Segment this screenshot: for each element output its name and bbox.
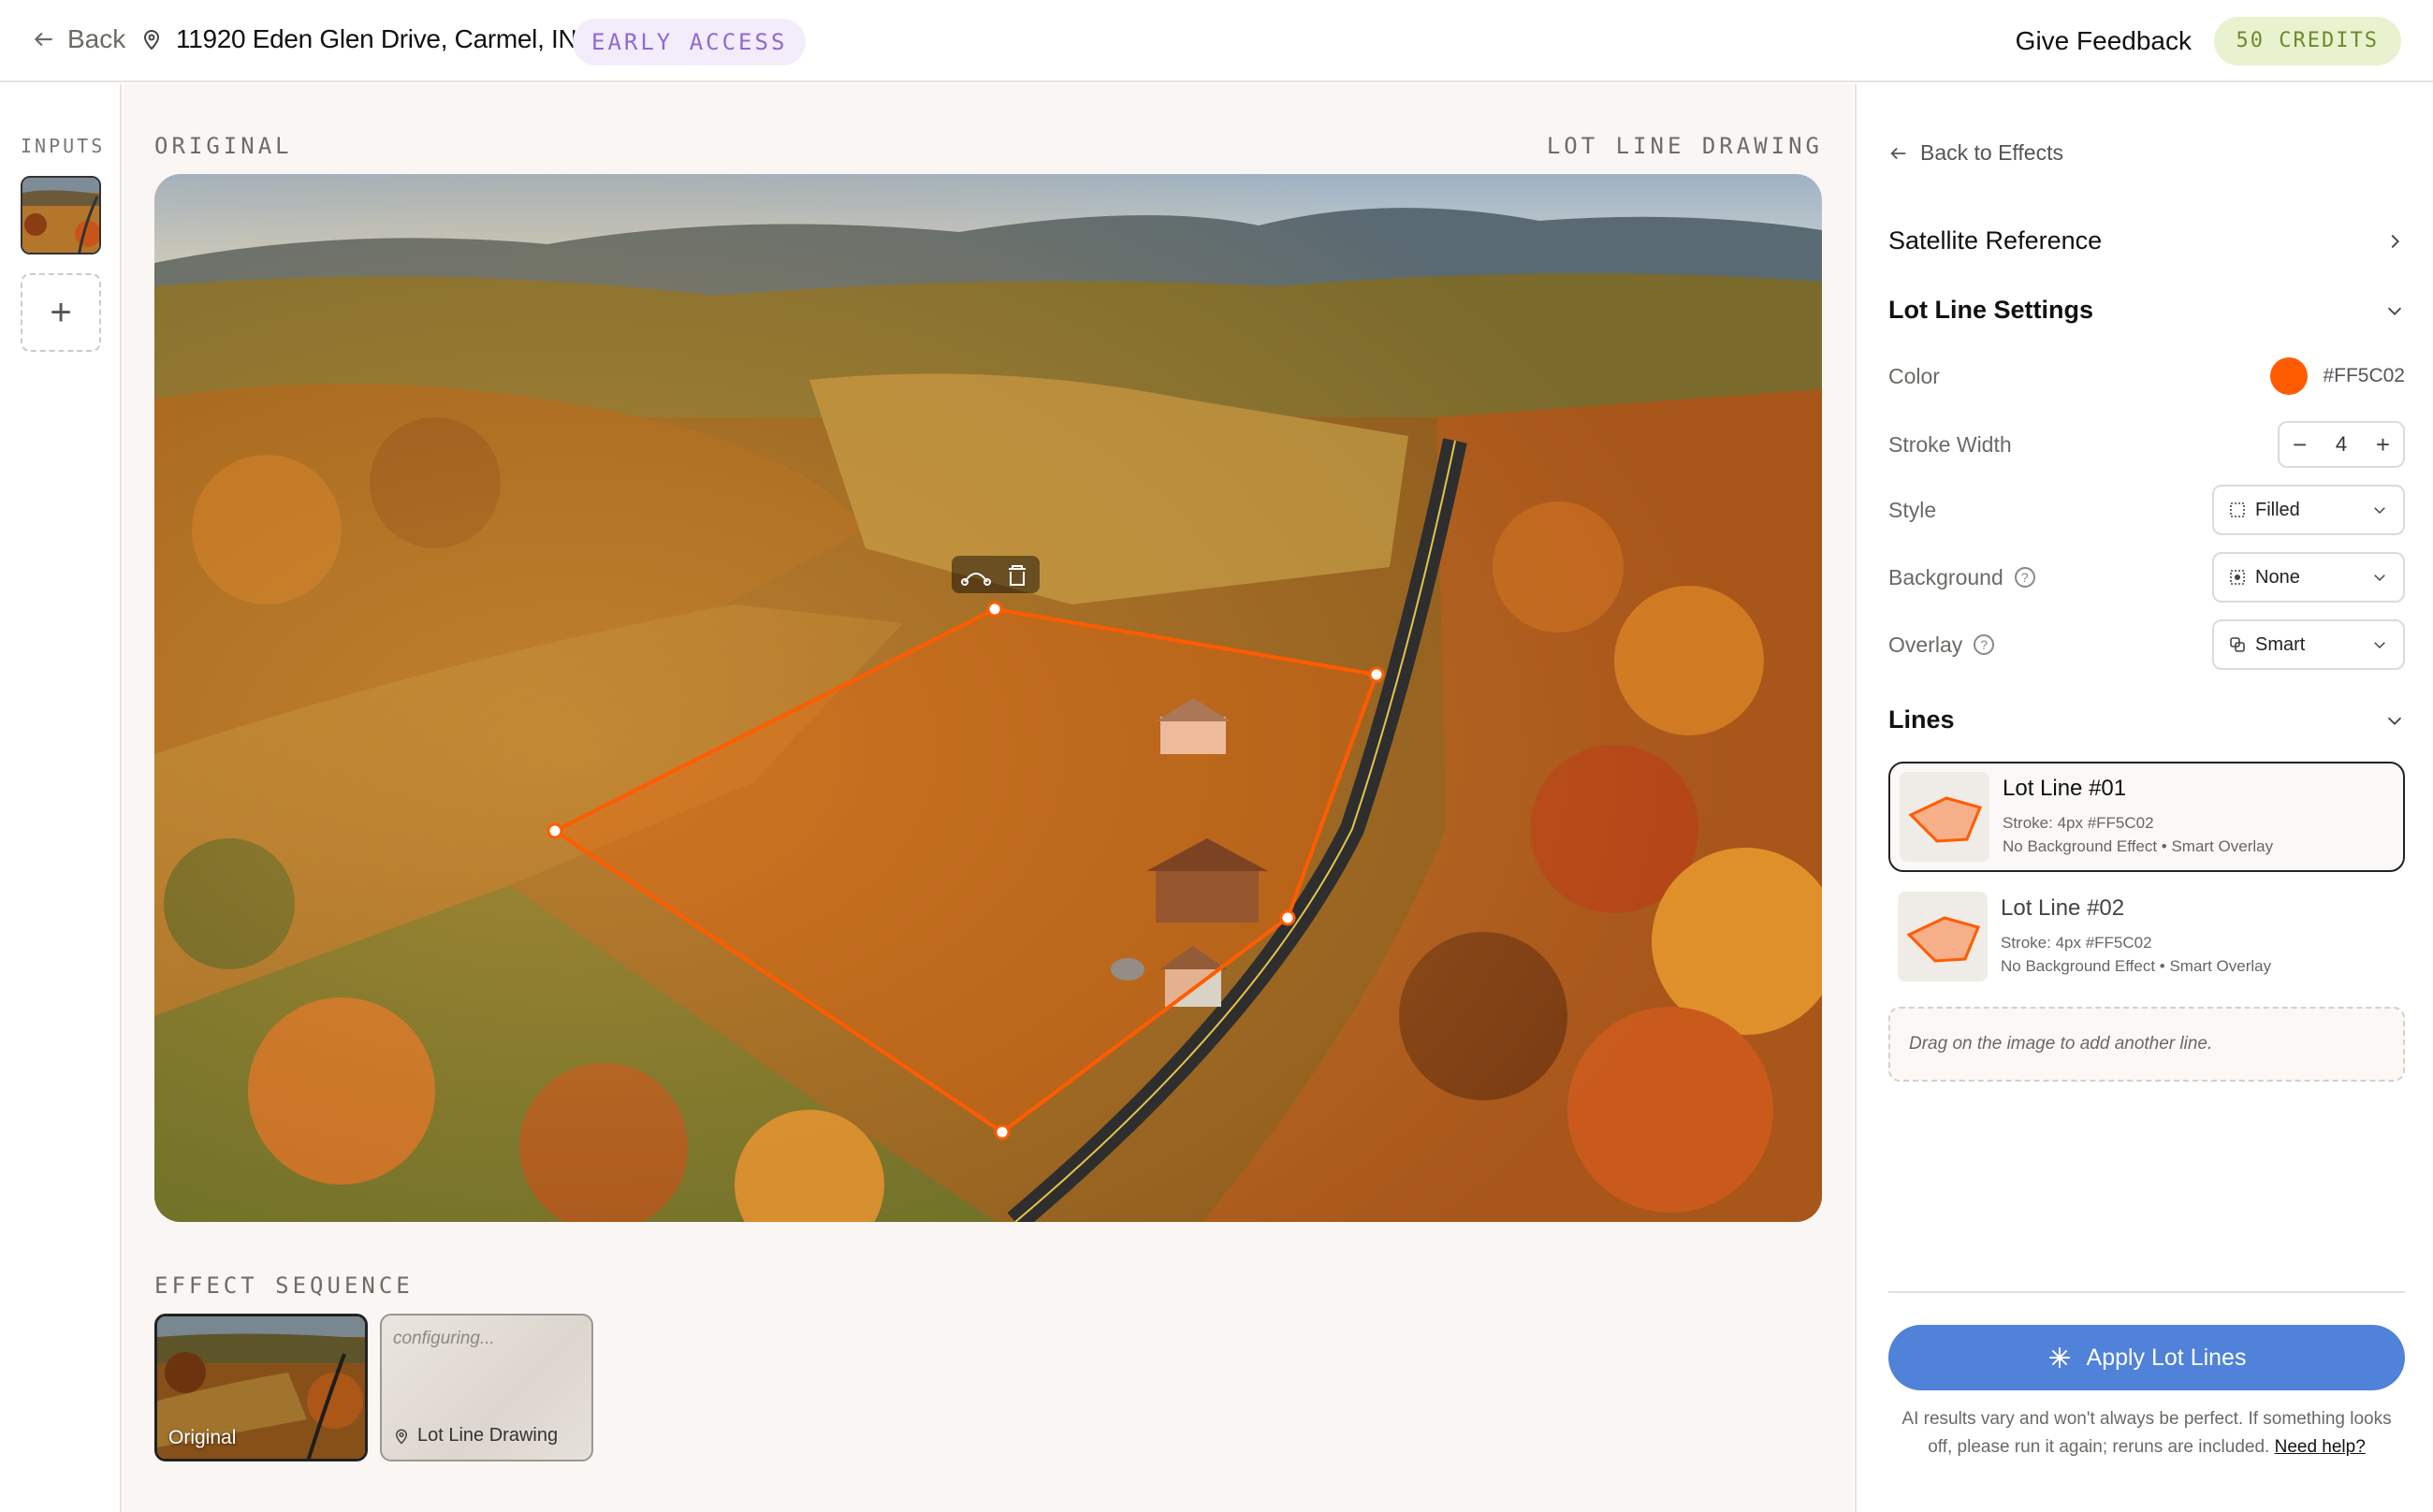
filled-icon bbox=[2230, 502, 2245, 517]
plus-icon[interactable]: + bbox=[2376, 430, 2390, 459]
stroke-width-row: Stroke Width − 4 + bbox=[1888, 419, 2405, 470]
top-bar: Back 11920 Eden Glen Drive, Carmel, IN E… bbox=[0, 0, 2433, 82]
help-icon[interactable]: ? bbox=[2014, 567, 2035, 588]
overlay-label: Overlay bbox=[1888, 632, 1963, 657]
original-label: ORIGINAL bbox=[154, 133, 293, 159]
none-icon bbox=[2230, 570, 2245, 585]
overlay-select[interactable]: Smart bbox=[2212, 619, 2405, 670]
overlay-value: Smart bbox=[2255, 633, 2306, 655]
lines-title: Lines bbox=[1888, 705, 1955, 734]
credits-badge: 50 CREDITS bbox=[2213, 17, 2401, 65]
lot-line-detail: No Background Effect • Smart Overlay bbox=[2001, 957, 2272, 975]
color-swatch[interactable] bbox=[2270, 357, 2309, 395]
map-pin-icon bbox=[143, 30, 160, 51]
lot-line-stroke: Stroke: 4px #FF5C02 bbox=[2003, 813, 2154, 832]
main-area: ORIGINAL LOT LINE DRAWING EFFECT SEQUENC… bbox=[124, 84, 1853, 1512]
chevron-down-icon bbox=[2374, 642, 2385, 649]
style-value: Filled bbox=[2255, 499, 2300, 520]
chevron-down-icon bbox=[2387, 717, 2402, 725]
lot-line-drawing-label: LOT LINE DRAWING bbox=[1546, 133, 1823, 159]
lot-line-title: Lot Line #01 bbox=[2003, 775, 2127, 801]
lot-line-settings-section[interactable]: Lot Line Settings bbox=[1888, 296, 2405, 325]
sequence-card-lot-line[interactable]: configuring... Lot Line Drawing bbox=[380, 1314, 593, 1461]
help-icon[interactable]: ? bbox=[1974, 634, 1995, 655]
divider bbox=[1888, 1291, 2405, 1293]
color-row: Color #FF5C02 bbox=[1888, 356, 2405, 397]
back-to-effects-button[interactable]: Back to Effects bbox=[1888, 140, 2063, 166]
lot-line-title: Lot Line #02 bbox=[2001, 894, 2125, 921]
layers-icon bbox=[2230, 637, 2245, 652]
chevron-right-icon bbox=[2391, 234, 2399, 248]
address-text: 11920 Eden Glen Drive, Carmel, IN bbox=[176, 24, 577, 53]
stroke-width-label: Stroke Width bbox=[1888, 431, 2012, 457]
lot-line-thumbnail bbox=[1898, 892, 1988, 981]
configuring-status: configuring... bbox=[393, 1329, 495, 1348]
give-feedback-link[interactable]: Give Feedback bbox=[2016, 26, 2192, 56]
chevron-down-icon bbox=[2387, 307, 2402, 315]
satellite-reference-title: Satellite Reference bbox=[1888, 226, 2103, 254]
style-label: Style bbox=[1888, 497, 1937, 522]
minus-icon[interactable]: − bbox=[2293, 430, 2307, 459]
back-label: Back bbox=[67, 24, 126, 53]
polygon-icon bbox=[1908, 796, 1983, 843]
lot-line-item[interactable]: Lot Line #01 Stroke: 4px #FF5C02 No Back… bbox=[1888, 762, 2405, 872]
color-hex-value: #FF5C02 bbox=[2323, 365, 2405, 386]
stroke-width-value: 4 bbox=[2335, 432, 2348, 456]
arrow-left-icon bbox=[1890, 147, 1906, 159]
lines-section[interactable]: Lines bbox=[1888, 705, 2405, 734]
early-access-badge: EARLY ACCESS bbox=[573, 19, 807, 65]
style-select[interactable]: Filled bbox=[2212, 485, 2405, 535]
apply-lot-lines-button[interactable]: Apply Lot Lines bbox=[1888, 1325, 2405, 1390]
chevron-down-icon bbox=[2374, 507, 2385, 515]
map-pin-icon bbox=[395, 1429, 408, 1445]
background-value: None bbox=[2255, 566, 2300, 588]
color-label: Color bbox=[1888, 363, 1940, 388]
lot-line-item[interactable]: Lot Line #02 Stroke: 4px #FF5C02 No Back… bbox=[1888, 881, 2405, 992]
input-thumbnail[interactable] bbox=[21, 176, 101, 254]
style-row: Style Filled bbox=[1888, 485, 2405, 535]
background-select[interactable]: None bbox=[2212, 552, 2405, 603]
back-to-effects-label: Back to Effects bbox=[1920, 140, 2063, 165]
stroke-width-stepper[interactable]: − 4 + bbox=[2278, 421, 2405, 468]
add-input-button[interactable]: + bbox=[21, 273, 101, 352]
sequence-lot-line-caption: Lot Line Drawing bbox=[417, 1425, 559, 1446]
effect-sequence-label: EFFECT SEQUENCE bbox=[154, 1272, 414, 1299]
sparkle-icon bbox=[2048, 1347, 2070, 1368]
lot-line-thumbnail bbox=[1900, 772, 1989, 862]
ai-disclaimer: AI results vary and won't always be perf… bbox=[1888, 1405, 2405, 1462]
chevron-down-icon bbox=[2374, 574, 2385, 582]
lot-line-detail: No Background Effect • Smart Overlay bbox=[2003, 837, 2274, 855]
polygon-icon bbox=[1906, 916, 1981, 963]
satellite-reference-section[interactable]: Satellite Reference bbox=[1888, 226, 2405, 255]
sequence-original-caption: Original bbox=[168, 1427, 237, 1448]
background-row: Background ? None bbox=[1888, 552, 2405, 603]
add-line-dropzone[interactable]: Drag on the image to add another line. bbox=[1888, 1007, 2405, 1082]
back-button[interactable]: Back bbox=[32, 24, 125, 54]
arrow-left-icon bbox=[34, 32, 52, 47]
overlay-row: Overlay ? Smart bbox=[1888, 619, 2405, 670]
inputs-label: INPUTS bbox=[21, 135, 106, 157]
lot-line-stroke: Stroke: 4px #FF5C02 bbox=[2001, 933, 2152, 952]
image-canvas[interactable] bbox=[154, 174, 1822, 1222]
need-help-link[interactable]: Need help? bbox=[2275, 1437, 2366, 1457]
polygon-toolbar bbox=[952, 556, 1040, 593]
lot-line-settings-title: Lot Line Settings bbox=[1888, 296, 2093, 324]
apply-label: Apply Lot Lines bbox=[2086, 1344, 2247, 1371]
sequence-card-original[interactable]: Original bbox=[154, 1314, 368, 1461]
plus-icon: + bbox=[50, 291, 72, 333]
property-address: 11920 Eden Glen Drive, Carmel, IN bbox=[140, 24, 577, 54]
inputs-rail: INPUTS + bbox=[0, 84, 122, 1512]
settings-panel: Back to Effects Satellite Reference Lot … bbox=[1855, 84, 2433, 1512]
background-label: Background bbox=[1888, 564, 2003, 589]
